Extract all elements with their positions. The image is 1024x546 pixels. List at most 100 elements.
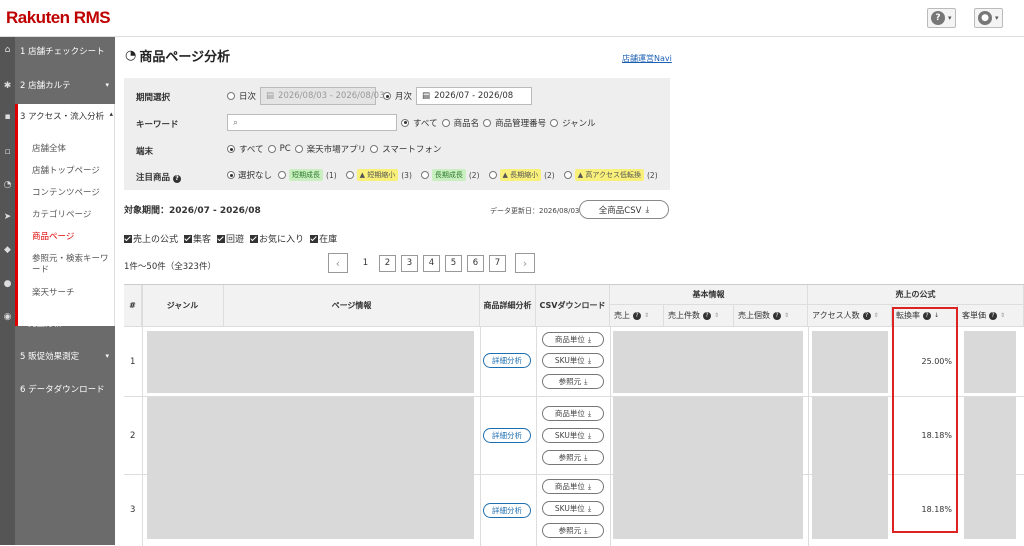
store-navi-link[interactable]: 店舗運営Navi bbox=[622, 53, 672, 64]
rakuten-rms-logo[interactable]: Rakuten RMS bbox=[6, 8, 111, 28]
sidebar-item-store-checksheet[interactable]: 1 店舗チェックシート bbox=[15, 37, 115, 65]
check-formula[interactable]: 売上の公式 bbox=[124, 232, 178, 245]
focus-label-text: 注目商品 bbox=[136, 173, 171, 183]
sort-icon[interactable]: ⇕ bbox=[1000, 312, 1005, 319]
radio-daily[interactable] bbox=[227, 92, 235, 100]
help-icon[interactable]: ? bbox=[173, 175, 182, 183]
help-icon[interactable]: ? bbox=[989, 311, 997, 320]
monthly-range-input[interactable]: ▤ 2026/07 - 2026/08 bbox=[416, 87, 533, 105]
sidebar-item-access[interactable]: 3 アクセス・流入分析 ▴ bbox=[20, 110, 115, 122]
csv-referrer-button[interactable]: 参照元 ⤓ bbox=[542, 374, 604, 389]
sidebar-item-download[interactable]: 6 データダウンロード bbox=[15, 375, 115, 403]
csv-referrer-button[interactable]: 参照元 ⤓ bbox=[542, 523, 604, 538]
users-icon[interactable]: ● bbox=[0, 279, 15, 293]
radio-dev-pc[interactable] bbox=[267, 145, 276, 153]
check-navigation[interactable]: 回遊 bbox=[217, 232, 244, 245]
radio-dev-all[interactable] bbox=[227, 145, 235, 153]
radio-kw-code[interactable] bbox=[483, 118, 492, 127]
help-icon[interactable]: ? bbox=[703, 311, 711, 320]
csv-sku-button[interactable]: SKU単位 ⤓ bbox=[542, 353, 604, 368]
sidebar-subitem-product[interactable]: 商品ページ bbox=[32, 232, 114, 243]
checkbox[interactable] bbox=[217, 235, 226, 243]
header-sales[interactable]: 売上? ⇕ bbox=[610, 305, 664, 327]
radio-focus-short-growth[interactable] bbox=[278, 171, 287, 179]
radio-kw-name[interactable] bbox=[441, 118, 450, 127]
radio-kw-all[interactable] bbox=[401, 118, 409, 127]
help-icon[interactable]: ? bbox=[773, 311, 781, 320]
page-7[interactable]: 7 bbox=[489, 254, 506, 272]
radio-focus-short-shrink[interactable] bbox=[345, 171, 354, 179]
detail-analysis-button[interactable]: 詳細分析 bbox=[483, 428, 531, 443]
checkbox[interactable] bbox=[310, 235, 319, 243]
tag-icon[interactable]: ◆ bbox=[0, 245, 15, 259]
all-products-csv-button[interactable]: 全商品CSV ⤓ bbox=[579, 200, 669, 219]
sidebar-item-label: 6 データダウンロード bbox=[20, 385, 105, 395]
check-traffic[interactable]: 集客 bbox=[184, 232, 211, 245]
checkbox[interactable] bbox=[184, 235, 193, 243]
sort-icon[interactable]: ⇕ bbox=[644, 312, 649, 319]
page-title-text: 商品ページ分析 bbox=[139, 50, 231, 65]
radio-focus-long-growth[interactable] bbox=[420, 171, 429, 179]
sidebar-subitem-category[interactable]: カテゴリページ bbox=[32, 210, 114, 221]
sort-icon[interactable]: ⇕ bbox=[714, 312, 719, 319]
daily-range-input[interactable]: ▤ 2026/08/03 - 2026/08/03 bbox=[260, 87, 385, 105]
page-4[interactable]: 4 bbox=[423, 254, 440, 272]
sidebar-item-sales[interactable]: 4 売上分析 ▾ bbox=[15, 309, 115, 337]
cart-icon[interactable]: ▪ bbox=[0, 112, 15, 126]
csv-sku-button[interactable]: SKU単位 ⤓ bbox=[542, 428, 604, 443]
help-icon[interactable]: ? bbox=[862, 311, 871, 320]
csv-product-button[interactable]: 商品単位 ⤓ bbox=[542, 406, 604, 421]
page-6[interactable]: 6 bbox=[467, 254, 484, 272]
detail-analysis-button[interactable]: 詳細分析 bbox=[483, 503, 531, 518]
check-favorites[interactable]: お気に入り bbox=[250, 232, 304, 245]
header-sales-units[interactable]: 売上個数? ⇕ bbox=[734, 305, 808, 327]
page-2[interactable]: 2 bbox=[379, 254, 396, 272]
circle-icon[interactable]: ◉ bbox=[0, 312, 15, 326]
csv-referrer-button[interactable]: 参照元 ⤓ bbox=[542, 450, 604, 465]
sidebar-subitem-store-all[interactable]: 店舗全体 bbox=[32, 144, 114, 155]
radio-focus-high-access[interactable] bbox=[563, 171, 572, 179]
window-icon[interactable]: ▫ bbox=[0, 147, 15, 161]
keyword-search-input[interactable]: ⌕ bbox=[227, 114, 397, 131]
page-3[interactable]: 3 bbox=[401, 254, 418, 272]
sidebar-subitem-referrer[interactable]: 参照元・検索キーワード bbox=[32, 254, 114, 276]
header-sales-count[interactable]: 売上件数? ⇕ bbox=[664, 305, 734, 327]
csv-sku-button[interactable]: SKU単位 ⤓ bbox=[542, 501, 604, 516]
prev-page-button[interactable]: ‹ bbox=[328, 253, 348, 273]
radio-focus-none[interactable] bbox=[227, 171, 235, 179]
radio-kw-genre[interactable] bbox=[550, 118, 559, 127]
next-page-button[interactable]: › bbox=[515, 253, 535, 273]
user-menu-button[interactable]: ● ▾ bbox=[974, 8, 1003, 28]
chart-pie-icon[interactable]: ◔ bbox=[0, 180, 15, 194]
sidebar-subitem-search[interactable]: 楽天サーチ bbox=[32, 288, 114, 299]
sidebar-item-store-karte[interactable]: 2 店舗カルテ ▾ bbox=[15, 71, 115, 99]
home-icon[interactable]: ⌂ bbox=[0, 45, 15, 59]
send-icon[interactable]: ➤ bbox=[0, 212, 15, 226]
detail-analysis-button[interactable]: 詳細分析 bbox=[483, 353, 531, 368]
sidebar-subitem-store-top[interactable]: 店舗トップページ bbox=[32, 166, 114, 177]
checkbox[interactable] bbox=[124, 235, 132, 243]
gear-icon[interactable]: ✱ bbox=[0, 81, 15, 95]
radio-monthly[interactable] bbox=[383, 92, 392, 100]
sidebar-subitem-content[interactable]: コンテンツページ bbox=[32, 188, 114, 199]
check-stock[interactable]: 在庫 bbox=[310, 232, 337, 245]
csv-product-button[interactable]: 商品単位 ⤓ bbox=[542, 479, 604, 494]
page-1[interactable]: 1 bbox=[357, 254, 374, 272]
help-icon[interactable]: ? bbox=[633, 311, 641, 320]
radio-dev-sp[interactable] bbox=[370, 145, 379, 153]
checkbox[interactable] bbox=[250, 235, 259, 243]
radio-focus-long-shrink[interactable] bbox=[488, 171, 497, 179]
sort-icon[interactable]: ⇕ bbox=[784, 312, 789, 319]
help-menu-button[interactable]: ? ▾ bbox=[927, 8, 956, 28]
sort-icon[interactable]: ⇕ bbox=[874, 312, 879, 319]
sidebar-item-promo[interactable]: 5 販促効果測定 ▾ bbox=[15, 342, 115, 370]
download-icon: ⤓ bbox=[587, 334, 592, 344]
col-label: 売上 bbox=[614, 311, 630, 320]
chevron-down-icon: ▾ bbox=[105, 352, 109, 360]
page-5[interactable]: 5 bbox=[445, 254, 462, 272]
radio-dev-app[interactable] bbox=[294, 145, 303, 153]
header-visitors[interactable]: アクセス人数? ⇕ bbox=[808, 305, 892, 327]
csv-product-button[interactable]: 商品単位 ⤓ bbox=[542, 332, 604, 347]
tag-short-shrink-text: 短期縮小 bbox=[367, 171, 396, 179]
header-avg-spend[interactable]: 客単価? ⇕ bbox=[958, 305, 1024, 327]
